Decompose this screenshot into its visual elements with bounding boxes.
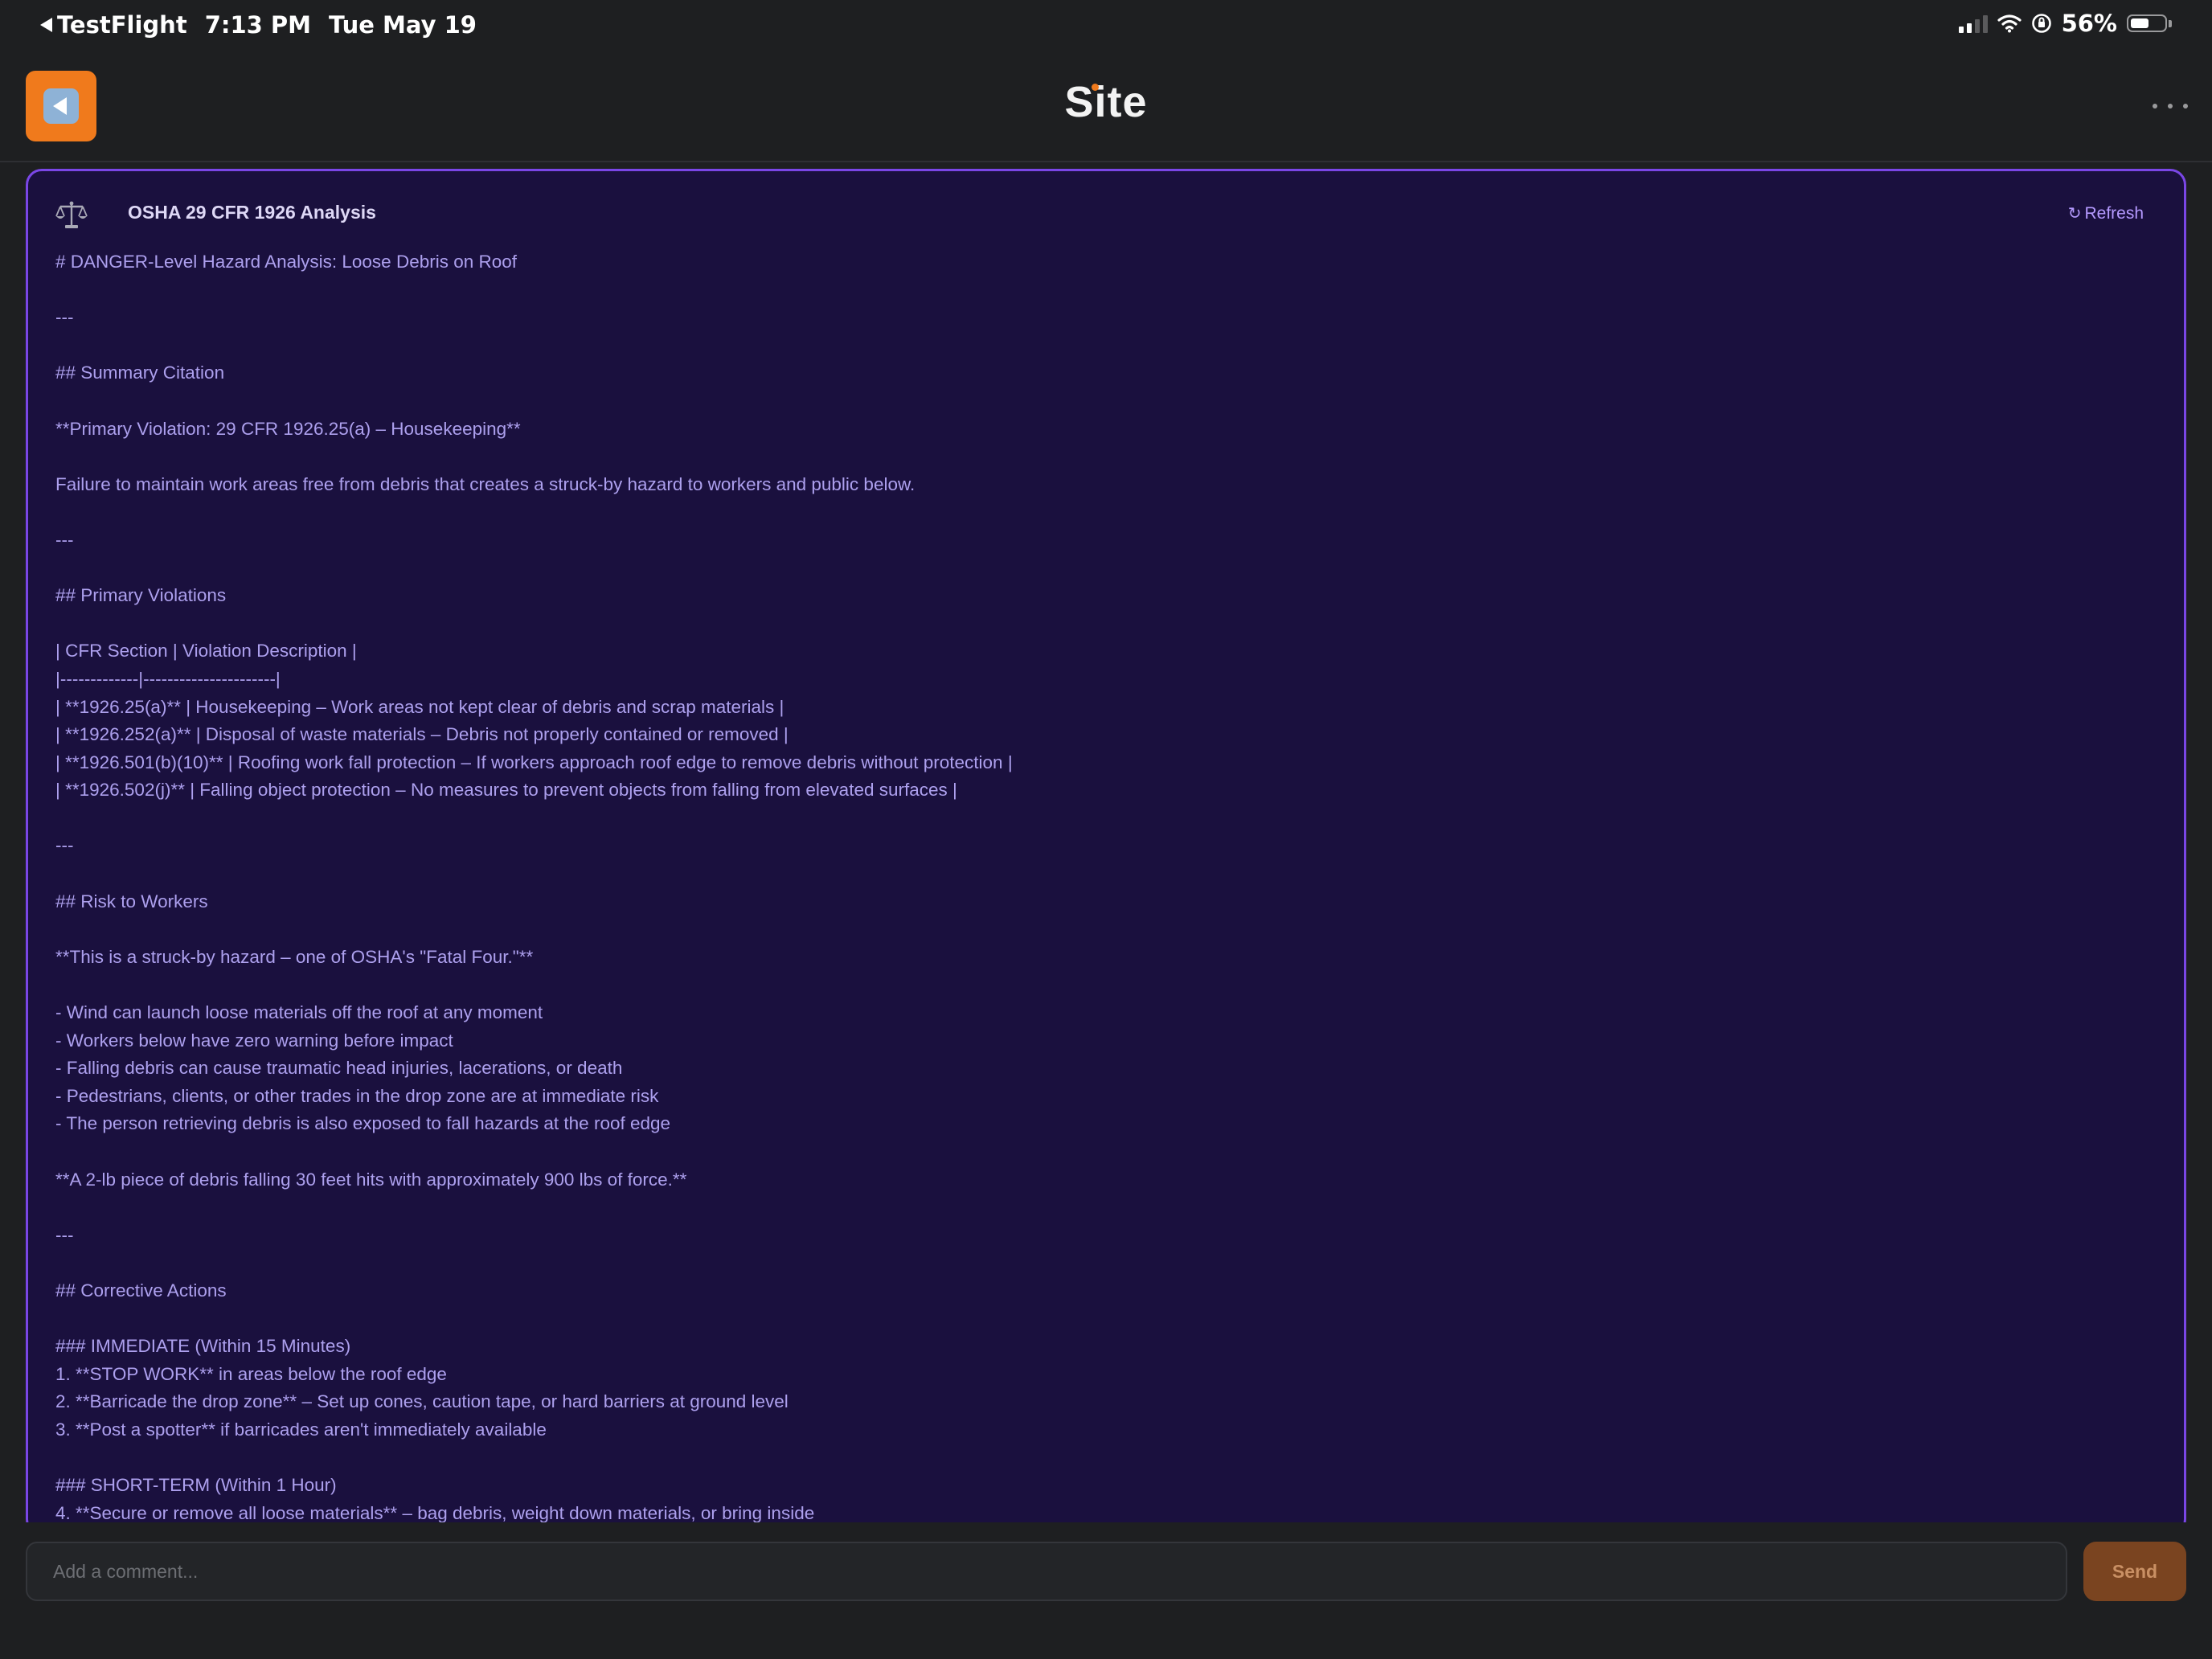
analysis-line	[55, 387, 2152, 416]
analysis-line: | **1926.502(j)** | Falling object prote…	[55, 780, 957, 801]
analysis-line: - Wind can launch loose materials off th…	[55, 1002, 543, 1023]
status-left: TestFlight 7:13 PM Tue May 19	[40, 11, 477, 39]
analysis-line: **This is a struck-by hazard – one of OS…	[55, 946, 534, 967]
battery-icon	[2127, 14, 2167, 32]
analysis-line	[55, 1305, 2152, 1333]
status-time: 7:13 PM	[204, 11, 312, 39]
analysis-line	[55, 443, 2152, 471]
orientation-lock-icon	[2031, 14, 2051, 33]
status-right: 56%	[1958, 10, 2172, 37]
back-arrow-icon	[43, 88, 79, 124]
more-options-button[interactable]	[2153, 96, 2188, 116]
analysis-line	[55, 1138, 2152, 1166]
back-arrow-glyph	[52, 97, 67, 115]
analysis-line: ## Primary Violations	[55, 585, 227, 606]
battery-nub	[2169, 19, 2172, 27]
analysis-line: 2. **Barricade the drop zone** – Set up …	[55, 1391, 789, 1412]
refresh-label: Refresh	[2084, 203, 2144, 223]
analysis-line: ## Risk to Workers	[55, 891, 208, 911]
analysis-line: ---	[55, 529, 74, 550]
analysis-line	[55, 1249, 2152, 1277]
analysis-line: ### SHORT-TERM (Within 1 Hour)	[55, 1475, 337, 1496]
analysis-line	[55, 555, 2152, 583]
analysis-line	[55, 498, 2152, 526]
analysis-line	[55, 916, 2152, 944]
analysis-line: **Primary Violation: 29 CFR 1926.25(a) –…	[55, 418, 521, 439]
back-triangle-icon	[40, 18, 52, 32]
analysis-line: - The person retrieving debris is also e…	[55, 1113, 671, 1134]
analysis-title: OSHA 29 CFR 1926 Analysis	[128, 202, 376, 223]
analysis-line: | **1926.252(a)** | Disposal of waste ma…	[55, 724, 789, 745]
analysis-line	[55, 971, 2152, 999]
analysis-line: - Workers below have zero warning before…	[55, 1030, 453, 1051]
analysis-line	[55, 332, 2152, 360]
analysis-line: **A 2-lb piece of debris falling 30 feet…	[55, 1169, 687, 1190]
ellipsis-icon-dot	[2153, 104, 2157, 109]
analysis-line	[55, 860, 2152, 888]
analysis-line: ## Summary Citation	[55, 363, 225, 383]
back-button[interactable]	[26, 71, 96, 141]
analysis-line	[55, 610, 2152, 638]
header: Site	[0, 53, 2212, 162]
send-button[interactable]: Send	[2083, 1542, 2186, 1601]
analysis-line	[55, 805, 2152, 833]
send-label: Send	[2112, 1560, 2158, 1582]
analysis-line	[55, 276, 2152, 305]
back-to-app-link[interactable]: TestFlight	[40, 11, 187, 39]
analysis-line: 3. **Post a spotter** if barricades aren…	[55, 1419, 547, 1440]
analysis-line: Failure to maintain work areas free from…	[55, 473, 916, 494]
analysis-line: | CFR Section | Violation Description |	[55, 641, 357, 662]
analysis-line: ---	[55, 307, 74, 328]
analysis-line	[55, 1194, 2152, 1222]
ellipsis-icon-dot	[2168, 104, 2173, 109]
analysis-content: # DANGER-Level Hazard Analysis: Loose De…	[55, 248, 2152, 1527]
wifi-icon	[1997, 14, 2022, 33]
analysis-line: - Falling debris can cause traumatic hea…	[55, 1058, 623, 1079]
cellular-signal-icon	[1958, 14, 1988, 33]
analysis-line: - Pedestrians, clients, or other trades …	[55, 1085, 659, 1106]
analysis-line: # DANGER-Level Hazard Analysis: Loose De…	[55, 252, 518, 272]
analysis-line: 1. **STOP WORK** in areas below the roof…	[55, 1363, 447, 1384]
status-bar: TestFlight 7:13 PM Tue May 19 56%	[0, 0, 2212, 53]
analysis-line: ---	[55, 835, 74, 856]
battery-fill	[2131, 18, 2149, 28]
analysis-line: | **1926.25(a)** | Housekeeping – Work a…	[55, 696, 784, 717]
back-app-label: TestFlight	[57, 11, 187, 39]
ellipsis-icon-dot	[2183, 104, 2188, 109]
analysis-line: ### IMMEDIATE (Within 15 Minutes)	[55, 1336, 351, 1357]
refresh-button[interactable]: ↻ Refresh	[2068, 203, 2144, 223]
analysis-panel: OSHA 29 CFR 1926 Analysis ↻ Refresh # DA…	[26, 169, 2186, 1535]
status-date: Tue May 19	[329, 11, 477, 39]
analysis-panel-header: OSHA 29 CFR 1926 Analysis ↻ Refresh	[55, 199, 2144, 231]
scale-icon	[55, 201, 88, 228]
comment-bar: Send	[0, 1522, 2212, 1659]
comment-input[interactable]	[26, 1542, 2067, 1601]
analysis-line: |-------------|----------------------|	[55, 668, 281, 689]
analysis-line: ## Corrective Actions	[55, 1280, 227, 1301]
page-title: Site	[1064, 78, 1148, 126]
analysis-line	[55, 1444, 2152, 1473]
analysis-line: | **1926.501(b)(10)** | Roofing work fal…	[55, 752, 1013, 772]
analysis-line: ---	[55, 1224, 74, 1245]
refresh-icon: ↻	[2067, 205, 2082, 223]
battery-percent: 56%	[2061, 10, 2117, 37]
title-accent-dot	[1092, 84, 1099, 91]
